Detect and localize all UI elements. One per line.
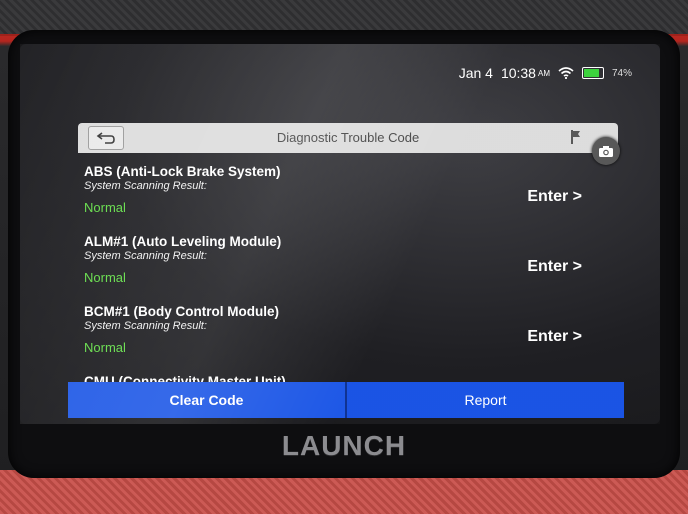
- system-result: Normal: [84, 270, 126, 285]
- system-name: CMU (Connectivity Master Unit): [84, 374, 286, 382]
- system-result: Normal: [84, 200, 126, 215]
- camera-icon: [599, 145, 613, 157]
- flag-icon: [570, 129, 582, 145]
- status-ampm: AM: [537, 68, 550, 78]
- system-name: BCM#1 (Body Control Module): [84, 304, 279, 319]
- status-time: 10:38: [500, 65, 536, 81]
- system-result-label: System Scanning Result:: [84, 250, 207, 262]
- system-name: ALM#1 (Auto Leveling Module): [84, 234, 282, 249]
- status-bar: Jan 4 10:38 AM 74%: [459, 64, 632, 82]
- system-item-bcm[interactable]: BCM#1 (Body Control Module) System Scann…: [78, 298, 618, 368]
- enter-button[interactable]: Enter >: [527, 328, 582, 346]
- battery-icon: [581, 67, 604, 79]
- system-item-cmu[interactable]: CMU (Connectivity Master Unit): [78, 368, 618, 382]
- clear-code-button[interactable]: Clear Code: [68, 382, 347, 418]
- battery-fill: [583, 69, 599, 77]
- system-item-alm[interactable]: ALM#1 (Auto Leveling Module) System Scan…: [78, 228, 618, 298]
- title-bar: Diagnostic Trouble Code: [78, 123, 618, 153]
- system-name: ABS (Anti-Lock Brake System): [84, 164, 281, 179]
- system-item-abs[interactable]: ABS (Anti-Lock Brake System) System Scan…: [78, 158, 618, 228]
- action-bar: Clear Code Report: [68, 382, 624, 418]
- system-result-label: System Scanning Result:: [84, 180, 207, 192]
- brand-logo: LAUNCH: [281, 430, 407, 461]
- wifi-icon: [558, 67, 574, 79]
- system-result: Normal: [84, 340, 126, 355]
- enter-button[interactable]: Enter >: [527, 188, 582, 206]
- page-title: Diagnostic Trouble Code: [276, 130, 420, 145]
- report-button[interactable]: Report: [347, 382, 624, 418]
- battery-percent: 74%: [611, 67, 632, 79]
- system-result-label: System Scanning Result:: [84, 320, 207, 332]
- enter-button[interactable]: Enter >: [527, 258, 582, 276]
- status-date: Jan 4: [458, 65, 493, 81]
- system-list: ABS (Anti-Lock Brake System) System Scan…: [78, 158, 618, 382]
